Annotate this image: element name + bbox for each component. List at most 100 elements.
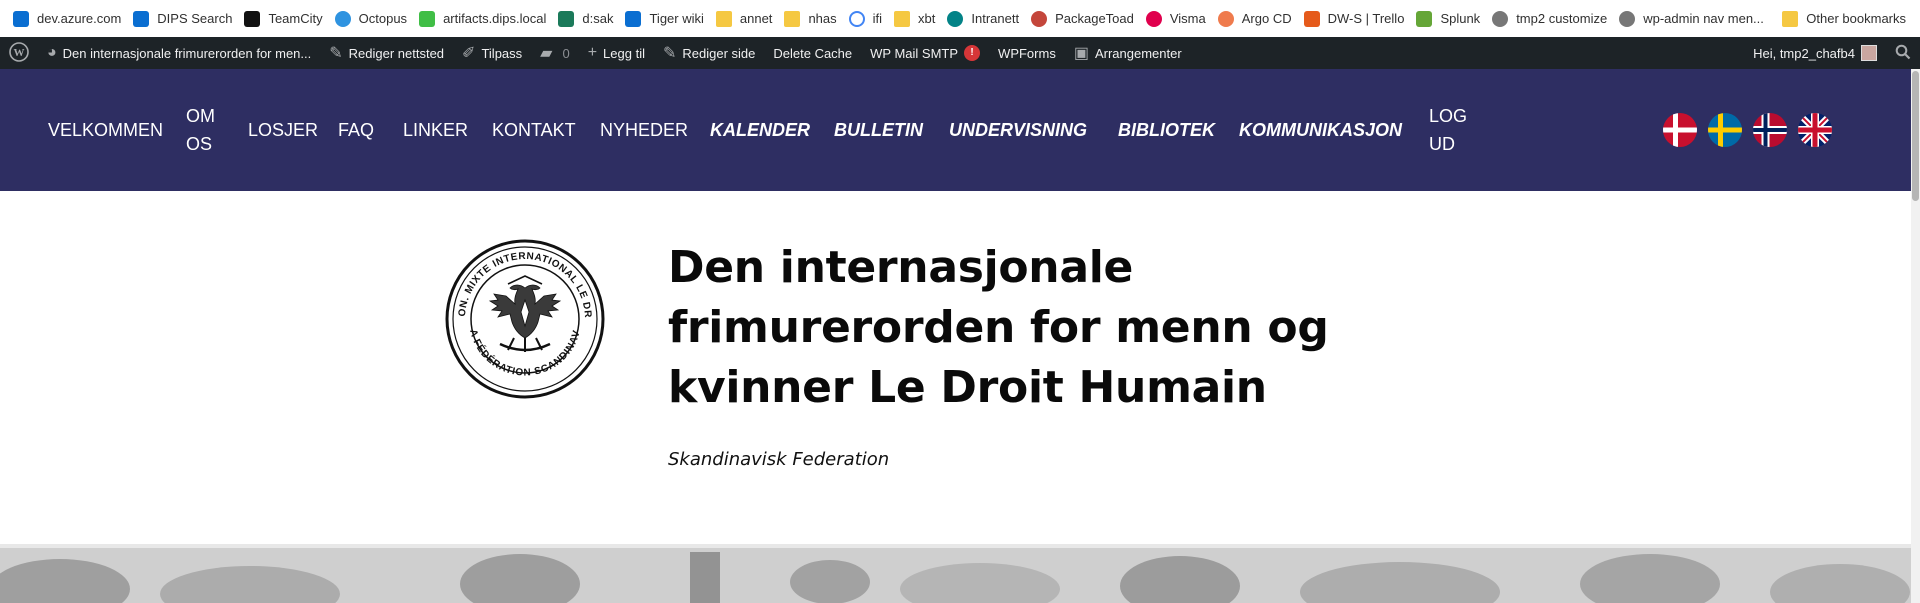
packagetoad-icon: [1031, 10, 1048, 27]
calendar-icon: ▣: [1073, 45, 1089, 62]
site-name-label: Den internasjonale frimurerorden for men…: [62, 45, 312, 61]
edit-page-label: Rediger side: [682, 45, 756, 61]
site-name-link[interactable]: ◕ Den internasjonale frimurerorden for m…: [38, 37, 320, 69]
avatar: [1861, 45, 1877, 61]
bookmark-item[interactable]: Argo CD: [1215, 0, 1301, 37]
other-bookmarks-label: Other bookmarks: [1806, 11, 1906, 26]
dashboard-icon: ◕: [47, 44, 57, 61]
nav-bulletin[interactable]: BULLETIN: [834, 69, 923, 191]
bookmark-item[interactable]: Splunk: [1413, 0, 1489, 37]
comments-count: 0: [562, 45, 570, 61]
nav-kontakt[interactable]: KONTAKT: [492, 69, 576, 191]
wp-admin-bar: W ◕ Den internasjonale frimurerorden for…: [0, 37, 1920, 69]
wpforms-link[interactable]: WPForms: [989, 37, 1065, 69]
bookmark-label: annet: [739, 11, 773, 26]
danish-flag-icon[interactable]: [1663, 113, 1697, 147]
bookmark-item[interactable]: wp-admin nav men...: [1616, 0, 1773, 37]
trello-icon: [1303, 10, 1320, 27]
hero-image: [0, 544, 1911, 603]
octopus-icon: [334, 10, 351, 27]
bookmark-item[interactable]: ifi: [846, 0, 891, 37]
nav-om-os[interactable]: OM OS: [186, 69, 226, 191]
folder-icon: [1782, 10, 1799, 27]
swedish-flag-icon[interactable]: [1708, 113, 1742, 147]
nav-kalender[interactable]: KALENDER: [710, 69, 810, 191]
account-greeting: Hei, tmp2_chafb4: [1753, 45, 1855, 61]
delete-cache-link[interactable]: Delete Cache: [764, 37, 861, 69]
bookmark-label: wp-admin nav men...: [1643, 11, 1764, 26]
bookmark-label: Visma: [1169, 11, 1206, 26]
scrollbar-thumb[interactable]: [1912, 71, 1919, 201]
bookmark-item[interactable]: TeamCity: [241, 0, 331, 37]
nav-log-ud[interactable]: LOG UD: [1429, 69, 1469, 191]
my-account-link[interactable]: Hei, tmp2_chafb4: [1744, 37, 1886, 69]
nav-bibliotek[interactable]: BIBLIOTEK: [1118, 69, 1215, 191]
globe-icon: [1619, 10, 1636, 27]
bookmark-label: DIPS Search: [157, 11, 233, 26]
add-new-link[interactable]: + Legg til: [579, 37, 654, 69]
bookmark-item[interactable]: nhas: [781, 0, 845, 37]
argo-icon: [1217, 10, 1234, 27]
artifacts-icon: [419, 10, 436, 27]
bookmark-item[interactable]: DW-S | Trello: [1301, 0, 1414, 37]
bookmark-item[interactable]: d:sak: [555, 0, 622, 37]
wp-mail-smtp-link[interactable]: WP Mail SMTP !: [861, 37, 989, 69]
bookmark-label: TeamCity: [268, 11, 323, 26]
visma-icon: [1145, 10, 1162, 27]
bookmark-label: Splunk: [1440, 11, 1481, 26]
events-link[interactable]: ▣ Arrangementer: [1065, 37, 1191, 69]
pencil-icon: ✎: [662, 45, 677, 62]
nav-velkommen[interactable]: VELKOMMEN: [48, 69, 163, 191]
other-bookmarks-folder[interactable]: Other bookmarks: [1782, 0, 1906, 37]
edit-site-link[interactable]: ✎ Rediger nettsted: [320, 37, 453, 69]
bookmark-label: Tiger wiki: [649, 11, 704, 26]
edit-site-label: Rediger nettsted: [348, 45, 445, 61]
wordpress-logo-button[interactable]: W: [0, 37, 38, 69]
comments-link[interactable]: ▰ 0: [531, 37, 579, 69]
bookmark-item[interactable]: Intranett: [944, 0, 1028, 37]
bookmark-label: nhas: [808, 11, 837, 26]
nav-kommunikasjon[interactable]: KOMMUNIKASJON: [1239, 69, 1402, 191]
google-icon: [848, 10, 865, 27]
wp-mail-smtp-label: WP Mail SMTP: [870, 45, 959, 61]
folder-icon: [715, 10, 732, 27]
bookmark-item[interactable]: PackageToad: [1028, 0, 1143, 37]
bookmark-item[interactable]: dev.azure.com: [10, 0, 130, 37]
bookmark-item[interactable]: xbt: [891, 0, 944, 37]
bookmark-item[interactable]: DIPS Search: [130, 0, 241, 37]
nav-undervisning[interactable]: UNDERVISNING: [949, 69, 1087, 191]
teamcity-icon: [244, 10, 261, 27]
bookmark-item[interactable]: Tiger wiki: [622, 0, 712, 37]
bookmark-item[interactable]: Visma: [1143, 0, 1215, 37]
page-scrollbar[interactable]: [1911, 69, 1920, 603]
bookmark-label: ifi: [872, 11, 883, 26]
bookmark-label: tmp2 customize: [1516, 11, 1608, 26]
azure-devops-icon: [13, 10, 29, 27]
sharepoint-icon: [947, 10, 964, 27]
bookmark-item[interactable]: tmp2 customize: [1489, 0, 1616, 37]
folder-icon: [894, 10, 911, 27]
globe-icon: [1492, 10, 1509, 27]
site-logo-seal[interactable]: ORDRE MAÇON. MIXTE INTERNATIONAL LE DROI…: [440, 230, 606, 400]
nav-faq[interactable]: FAQ: [338, 69, 374, 191]
nav-nyheder[interactable]: NYHEDER: [600, 69, 688, 191]
bookmark-label: DW-S | Trello: [1327, 11, 1405, 26]
bookmark-label: xbt: [918, 11, 936, 26]
bookmark-label: Argo CD: [1241, 11, 1292, 26]
uk-flag-icon[interactable]: [1798, 113, 1832, 147]
nav-linker[interactable]: LINKER: [403, 69, 468, 191]
search-icon: [1895, 44, 1911, 63]
bookmark-item[interactable]: artifacts.dips.local: [416, 0, 555, 37]
plus-icon: +: [587, 44, 598, 61]
bookmark-item[interactable]: annet: [713, 0, 782, 37]
customize-link[interactable]: ✐ Tilpass: [453, 37, 531, 69]
norwegian-flag-icon[interactable]: [1753, 113, 1787, 147]
edit-page-link[interactable]: ✎ Rediger side: [654, 37, 764, 69]
events-label: Arrangementer: [1094, 45, 1182, 61]
smtp-alert-badge: !: [964, 45, 981, 61]
bookmark-item[interactable]: Octopus: [332, 0, 416, 37]
nav-losjer[interactable]: LOSJER: [248, 69, 318, 191]
brush-icon: ✎: [329, 45, 343, 62]
delete-cache-label: Delete Cache: [773, 45, 853, 61]
admin-search-button[interactable]: [1886, 37, 1920, 69]
